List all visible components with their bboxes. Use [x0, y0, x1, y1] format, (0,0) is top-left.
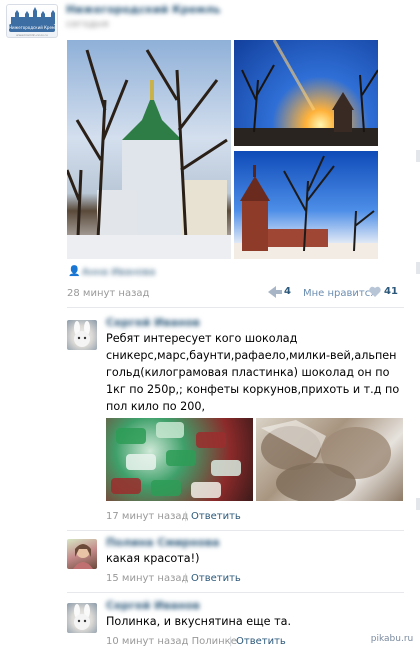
post-author-name[interactable]: Нижегородский Кремль: [66, 3, 221, 16]
comment-avatar[interactable]: [67, 603, 97, 633]
scrollbar-tick: [416, 498, 420, 510]
scrollbar-tick: [416, 262, 420, 274]
logo-url: www.kremlin-nnov.ru: [16, 33, 48, 37]
reply-link[interactable]: Ответить: [236, 636, 286, 647]
like-label[interactable]: Мне нравится: [303, 288, 376, 299]
pikabu-watermark: pikabu.ru: [370, 632, 414, 646]
comment-time[interactable]: 10 минут назад Полинке: [106, 636, 237, 647]
post-date: сегодня: [66, 19, 109, 30]
separator: [67, 307, 404, 308]
meta-divider: |: [229, 636, 233, 647]
meta-divider: |: [184, 511, 188, 522]
comment-photo-candies[interactable]: [106, 418, 253, 501]
meta-divider: |: [184, 573, 188, 584]
group-logo[interactable]: Нижегородский Кремль www.kremlin-nnov.ru: [6, 4, 58, 38]
reply-link[interactable]: Ответить: [191, 573, 241, 584]
comment-author[interactable]: Сергей Иванов: [106, 316, 200, 329]
person-icon: 👤: [68, 266, 81, 277]
comment-avatar[interactable]: [67, 539, 97, 569]
kremlin-logo-icon: [11, 7, 55, 24]
post-photo-kremlin-tower[interactable]: [234, 151, 378, 259]
share-icon[interactable]: [268, 286, 282, 301]
heart-icon[interactable]: [369, 286, 381, 300]
separator: [67, 530, 404, 531]
comment-time[interactable]: 15 минут назад: [106, 573, 188, 584]
photo-author-name[interactable]: Анна Иванова: [82, 267, 155, 278]
post-photo-sunset-tower[interactable]: [234, 40, 378, 146]
comment-avatar[interactable]: [67, 320, 97, 350]
comment-author[interactable]: Сергей Иванов: [106, 599, 200, 612]
scrollbar-tick: [416, 150, 420, 162]
share-count: 4: [284, 286, 291, 297]
comment-text: Ребят интересует кого шоколад сникерс,ма…: [106, 332, 400, 413]
comment-text: какая красота!): [106, 552, 200, 565]
comment-author[interactable]: Полина Смирнова: [106, 536, 220, 549]
comment-photo-chocolate-bags[interactable]: [256, 418, 403, 501]
separator: [67, 592, 404, 593]
post-photo-church-trees[interactable]: [67, 40, 231, 259]
reply-link[interactable]: Ответить: [191, 511, 241, 522]
comment-text: Полинка, и вкуснятина еще та.: [106, 615, 292, 628]
post-time[interactable]: 28 минут назад: [67, 288, 149, 299]
logo-banner: Нижегородский Кремль: [9, 24, 55, 32]
like-count: 41: [384, 286, 398, 297]
comment-time[interactable]: 17 минут назад: [106, 511, 188, 522]
